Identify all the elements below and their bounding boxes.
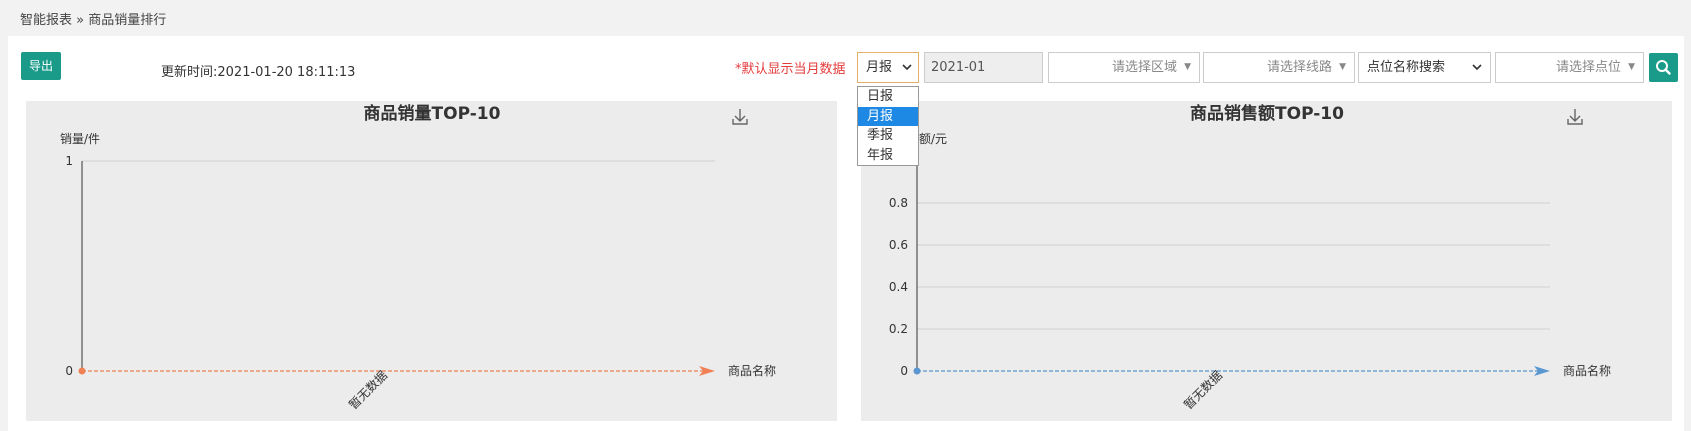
x-axis-label: 商品名称 <box>728 363 776 378</box>
period-select-value: 月报 <box>866 60 893 75</box>
y-tick-label: 1 <box>65 154 73 168</box>
route-select-placeholder: 请选择线路 <box>1266 60 1332 75</box>
chevron-down-icon <box>1472 53 1482 95</box>
x-category-label: 暂无数据 <box>346 368 391 413</box>
y-tick-label: 0.6 <box>889 238 908 252</box>
region-select[interactable]: 请选择区域 ▼ <box>1048 52 1200 83</box>
route-select[interactable]: 请选择线路 ▼ <box>1203 52 1355 83</box>
default-month-note: *默认显示当月数据 <box>735 62 846 77</box>
y-tick-label: 0 <box>65 364 73 378</box>
breadcrumb-current: 商品销量排行 <box>88 13 167 28</box>
caret-down-icon: ▼ <box>1628 62 1635 72</box>
sales-volume-chart: 商品销量TOP-10 销量/件 0 1 商品名称 暂无数据 <box>26 101 837 421</box>
breadcrumb: 智能报表 » 商品销量排行 <box>20 9 166 28</box>
sales-amount-chart-svg: 商品销售额TOP-10销售额/元00.20.40.60.8商品名称暂无数据 <box>889 103 1611 413</box>
export-button[interactable]: 导出 <box>21 52 61 80</box>
region-select-placeholder: 请选择区域 <box>1111 60 1177 75</box>
y-tick-label: 0.4 <box>889 280 908 294</box>
sales-amount-chart: 商品销售额TOP-10 销售额/元 0 0.2 0.4 0.6 0.8 商品名称 暂无数据 <box>861 101 1672 421</box>
caret-down-icon: ▼ <box>1184 62 1191 72</box>
period-select[interactable]: 月报 <box>857 52 919 83</box>
period-option-quarter[interactable]: 季报 <box>858 126 918 146</box>
y-axis-label: 销量/件 <box>60 132 100 146</box>
y-tick-label: 0 <box>900 364 908 378</box>
period-option-day[interactable]: 日报 <box>858 87 918 107</box>
search-button[interactable] <box>1649 53 1678 82</box>
data-point <box>913 367 921 375</box>
breadcrumb-separator: » <box>76 13 85 28</box>
x-category-label: 暂无数据 <box>1181 368 1226 413</box>
update-time: 更新时间:2021-01-20 18:11:13 <box>161 65 356 80</box>
search-icon <box>1656 60 1671 75</box>
point-name-search-select[interactable]: 点位名称搜索 <box>1358 52 1491 83</box>
period-option-year[interactable]: 年报 <box>858 146 918 166</box>
data-point <box>78 367 86 375</box>
period-dropdown: 日报 月报 季报 年报 <box>857 86 919 166</box>
x-axis-label: 商品名称 <box>1563 363 1611 378</box>
breadcrumb-root[interactable]: 智能报表 <box>20 13 72 28</box>
download-icon[interactable] <box>732 109 748 125</box>
y-tick-label: 0.2 <box>889 322 908 336</box>
chart-title: 商品销售额TOP-10 <box>1190 103 1344 124</box>
caret-down-icon: ▼ <box>1339 62 1346 72</box>
sales-volume-chart-svg: 商品销量TOP-10 销量/件 0 1 商品名称 暂无数据 <box>60 103 776 413</box>
chart-title: 商品销量TOP-10 <box>364 103 501 124</box>
point-name-search-value: 点位名称搜索 <box>1367 60 1446 75</box>
y-tick-label: 0.8 <box>889 196 908 210</box>
month-input[interactable]: 2021-01 <box>924 52 1043 83</box>
point-select[interactable]: 请选择点位 ▼ <box>1495 52 1644 83</box>
period-option-month[interactable]: 月报 <box>858 106 918 126</box>
point-select-placeholder: 请选择点位 <box>1555 60 1621 75</box>
download-icon[interactable] <box>1567 109 1583 125</box>
